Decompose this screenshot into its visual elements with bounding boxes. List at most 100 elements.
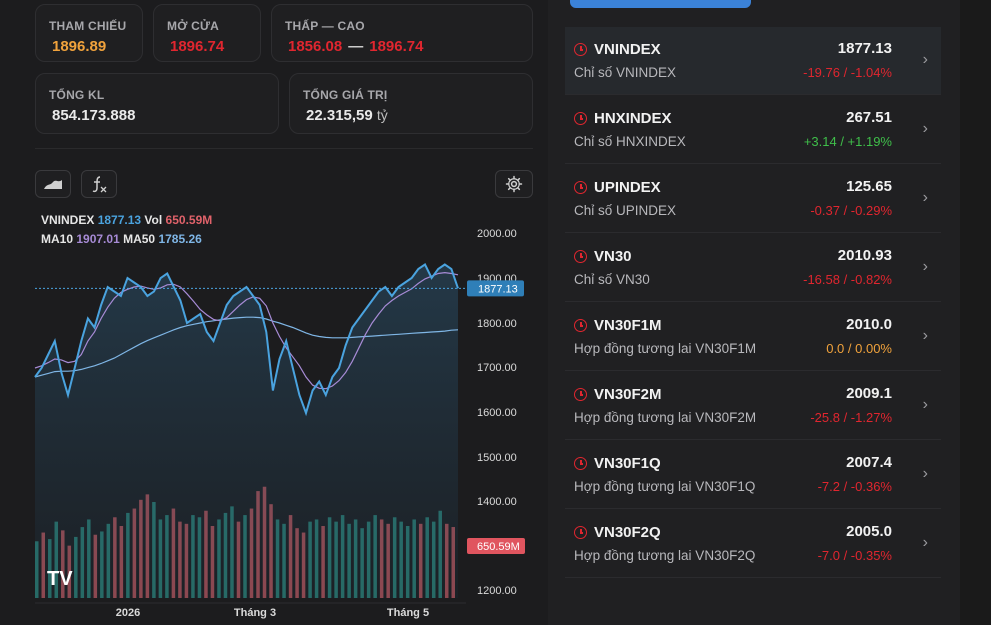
- watchlist-change: -7.0 / -0.35%: [817, 548, 892, 563]
- total-value-label: TỔNG GIÁ TRỊ: [303, 88, 388, 102]
- clock-icon: [574, 181, 587, 194]
- watchlist-change: 0.0 / 0.00%: [826, 341, 892, 356]
- y-tick-label: 2000.00: [477, 228, 517, 240]
- watchlist-change: -25.8 / -1.27%: [810, 410, 892, 425]
- watchlist-change: -7.2 / -0.36%: [817, 479, 892, 494]
- total-value-unit: tỷ: [376, 107, 388, 123]
- watchlist-row-vn30f1q[interactable]: VN30F1Q Hợp đồng tương lai VN30F1Q 2007.4 -…: [565, 441, 941, 509]
- range-separator: —: [348, 38, 364, 55]
- watchlist-name: Hợp đồng tương lai VN30F2Q: [574, 548, 756, 563]
- watchlist-row-vn30f2m[interactable]: VN30F2M Hợp đồng tương lai VN30F2M 2009.1 -…: [565, 372, 941, 440]
- chevron-right-icon: ›: [922, 120, 928, 137]
- tradingview-logo: TV: [47, 568, 73, 590]
- total-value-card: TỔNG GIÁ TRỊ 22.315,59 tỷ: [289, 73, 533, 134]
- high-value: 1896.74: [369, 38, 424, 55]
- y-tick-label: 1600.00: [477, 407, 517, 419]
- watchlist-price: 2010.93: [837, 247, 892, 264]
- watchlist-symbol: VN30: [594, 248, 632, 265]
- watchlist-row-vn30[interactable]: VN30 Chỉ số VN30 2010.93 -16.58 / -0.82% ›: [565, 234, 941, 302]
- watchlist-name: Chỉ số UPINDEX: [574, 203, 677, 218]
- x-tick-label: 2026: [116, 607, 140, 619]
- watchlist-name: Chỉ số VNINDEX: [574, 65, 677, 80]
- watchlist-change: -0.37 / -0.29%: [810, 203, 892, 218]
- clock-icon: [574, 43, 587, 56]
- clock-icon: [574, 457, 587, 470]
- clock-icon: [574, 112, 587, 125]
- total-volume-card: TỔNG KL 854.173.888: [35, 73, 279, 134]
- chevron-right-icon: ›: [922, 258, 928, 275]
- watchlist-price: 1877.13: [837, 40, 892, 57]
- y-tick-label: 1400.00: [477, 496, 517, 508]
- watchlist-name: Hợp đồng tương lai VN30F1Q: [574, 479, 756, 494]
- y-tick-label: 1200.00: [477, 585, 517, 597]
- price-tag-label: 1877.13: [478, 283, 518, 295]
- clock-icon: [574, 250, 587, 263]
- watchlist-symbol: HNXINDEX: [594, 110, 672, 127]
- chevron-right-icon: ›: [922, 396, 928, 413]
- watchlist-name: Hợp đồng tương lai VN30F2M: [574, 410, 757, 425]
- open-price-card: MỞ CỬA 1896.74: [153, 4, 261, 62]
- total-value-number: 22.315,59: [306, 107, 373, 124]
- watchlist-price: 2010.0: [846, 316, 892, 333]
- total-volume-label: TỔNG KL: [49, 88, 105, 102]
- x-tick-label: Tháng 5: [387, 607, 429, 619]
- watchlist-row-vn30f1m[interactable]: VN30F1M Hợp đồng tương lai VN30F1M 2010.0 0…: [565, 303, 941, 371]
- chart-type-button[interactable]: [35, 170, 71, 198]
- y-tick-label: 1800.00: [477, 318, 517, 330]
- y-tick-label: 1500.00: [477, 452, 517, 464]
- low-value: 1856.08: [288, 38, 343, 55]
- watchlist-symbol: VN30F1M: [594, 317, 662, 334]
- low-high-label: THẤP — CAO: [285, 19, 365, 33]
- price-chart[interactable]: 2000.001900.001800.001700.001600.001500.…: [0, 205, 548, 625]
- watchlist-symbol: VN30F2M: [594, 386, 662, 403]
- x-tick-label: Tháng 3: [234, 607, 276, 619]
- ref-price-value: 1896.89: [52, 38, 107, 55]
- ref-price-label: THAM CHIẾU: [49, 19, 127, 33]
- watchlist-symbol: UPINDEX: [594, 179, 661, 196]
- watchlist-row-vn30f2q[interactable]: VN30F2Q Hợp đồng tương lai VN30F2Q 2005.0 -…: [565, 510, 941, 578]
- watchlist-price: 267.51: [846, 109, 892, 126]
- watchlist-symbol: VNINDEX: [594, 41, 661, 58]
- clock-icon: [574, 388, 587, 401]
- volume-tag-label: 650.59M: [477, 541, 520, 553]
- fx-icon: [92, 176, 107, 193]
- watchlist-price: 125.65: [846, 178, 892, 195]
- total-volume-value: 854.173.888: [52, 107, 136, 124]
- low-high-values: 1856.08 — 1896.74: [288, 38, 423, 55]
- gear-icon: [505, 175, 523, 193]
- watchlist-change: -16.58 / -0.82%: [803, 272, 892, 287]
- total-value-amount: 22.315,59 tỷ: [306, 107, 388, 124]
- indicators-button[interactable]: [81, 170, 117, 198]
- chevron-right-icon: ›: [922, 534, 928, 551]
- active-tab-indicator[interactable]: [570, 0, 751, 8]
- watchlist-name: Chỉ số VN30: [574, 272, 650, 287]
- clock-icon: [574, 319, 587, 332]
- ref-price-card: THAM CHIẾU 1896.89: [35, 4, 143, 62]
- open-price-value: 1896.74: [170, 38, 225, 55]
- watchlist-change: -19.76 / -1.04%: [803, 65, 892, 80]
- chart-settings-button[interactable]: [495, 170, 533, 198]
- low-high-card: THẤP — CAO 1856.08 — 1896.74: [271, 4, 533, 62]
- watchlist-name: Hợp đồng tương lai VN30F1M: [574, 341, 757, 356]
- chevron-right-icon: ›: [922, 189, 928, 206]
- y-tick-label: 1700.00: [477, 362, 517, 374]
- scrollbar-track[interactable]: [960, 0, 991, 625]
- watchlist-price: 2007.4: [846, 454, 892, 471]
- open-price-label: MỞ CỬA: [167, 19, 220, 33]
- chevron-right-icon: ›: [922, 327, 928, 344]
- watchlist-row-upindex[interactable]: UPINDEX Chỉ số UPINDEX 125.65 -0.37 / -0.29…: [565, 165, 941, 233]
- watchlist-change: +3.14 / +1.19%: [803, 134, 892, 149]
- watchlist-price: 2005.0: [846, 523, 892, 540]
- chevron-right-icon: ›: [922, 51, 928, 68]
- clock-icon: [574, 526, 587, 539]
- watchlist-row-hnxindex[interactable]: HNXINDEX Chỉ số HNXINDEX 267.51 +3.14 / +1.…: [565, 96, 941, 164]
- watchlist-symbol: VN30F2Q: [594, 524, 661, 541]
- watchlist-symbol: VN30F1Q: [594, 455, 661, 472]
- divider: [35, 148, 533, 149]
- chevron-right-icon: ›: [922, 465, 928, 482]
- watchlist-price: 2009.1: [846, 385, 892, 402]
- index-detail-panel: THAM CHIẾU 1896.89 MỞ CỬA 1896.74 THẤP —…: [0, 0, 548, 625]
- watchlist-name: Chỉ số HNXINDEX: [574, 134, 686, 149]
- watchlist-row-vnindex[interactable]: VNINDEX Chỉ số VNINDEX 1877.13 -19.76 / -1.…: [565, 27, 941, 95]
- area-chart-icon: [44, 180, 62, 189]
